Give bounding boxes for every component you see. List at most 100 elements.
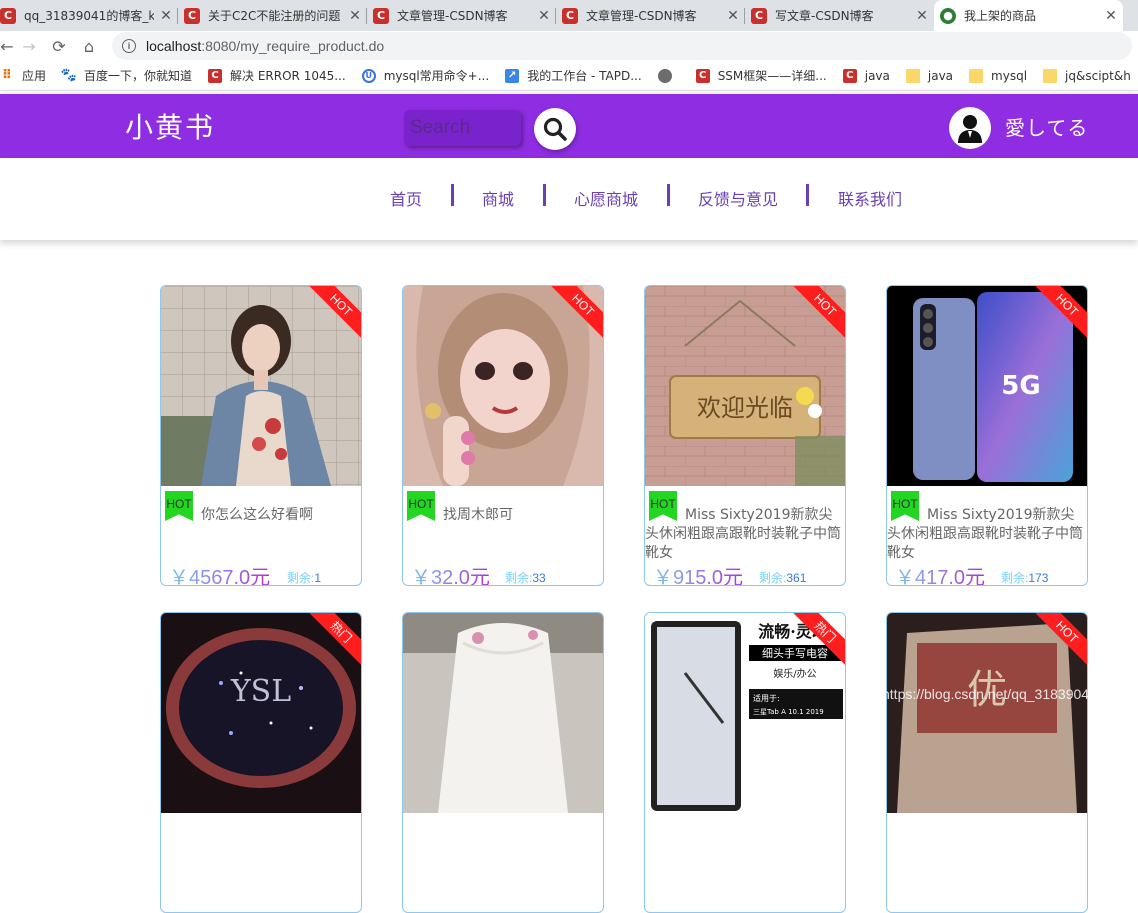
bookmark-label: java [927, 68, 954, 83]
nav-divider [667, 184, 670, 206]
avatar[interactable] [949, 107, 991, 149]
tablet-sub: 细头手写电容 [762, 646, 828, 660]
close-tab-icon[interactable]: ✕ [532, 8, 556, 24]
close-tab-icon[interactable]: ✕ [721, 8, 745, 24]
browser-tab[interactable]: C 关于C2C不能注册的问题 ✕ [178, 0, 367, 31]
tab-title: qq_31839041的博客_k [24, 9, 154, 23]
globe-icon [657, 68, 672, 83]
product-price: ￥915.0元 [653, 561, 743, 585]
bookmark-folder[interactable]: mysql [969, 68, 1027, 83]
bookmark-baidu[interactable]: 🐾 百度一下，你就知道 [61, 67, 192, 84]
nav-divider [806, 184, 809, 206]
nav-contact[interactable]: 联系我们 [838, 186, 902, 210]
stock-label: 剩余: [287, 571, 315, 585]
sign-text: 欢迎光临 [697, 394, 793, 422]
product-stock: 剩余:361 [759, 569, 806, 585]
csdn-icon: C [0, 7, 16, 24]
nav-wish-mall[interactable]: 心愿商城 [574, 186, 638, 210]
search-button[interactable] [534, 108, 576, 150]
browser-tab-strip: C qq_31839041的博客_k ✕ C 关于C2C不能注册的问题 ✕ C … [0, 0, 1138, 31]
csdn-icon: C [373, 7, 389, 24]
bookmark-label: 我的工作台 - TAPD... [527, 69, 642, 83]
product-price: ￥417.0元 [895, 561, 985, 585]
bookmarks-bar: ⠿ 应用 🐾 百度一下，你就知道 C 解决 ERROR 1045... Umysql常… [0, 61, 1138, 91]
nav-mall[interactable]: 商城 [482, 186, 514, 210]
folder-icon [1043, 68, 1058, 83]
nav-divider [543, 184, 546, 206]
stock-label: 剩余: [505, 571, 533, 585]
bookmark-item[interactable]: Umysql常用命令+... [361, 67, 489, 84]
product-price: ￥4567.0元 [169, 561, 270, 585]
bookmark-item[interactable] [657, 68, 680, 83]
product-name[interactable]: 你怎么这么好看啊 [161, 506, 361, 525]
product-card[interactable]: 欢迎光临 HOT HOT Miss Sixty2019新款尖头休闲粗跟高跟靴时装… [644, 285, 846, 586]
product-image: 5G [887, 286, 1087, 486]
product-price: ￥32.0元 [411, 561, 490, 585]
bookmark-label: jq&scipt&h [1065, 68, 1131, 83]
product-image: 优 [887, 613, 1087, 813]
bookmark-folder[interactable]: java [905, 68, 954, 83]
browser-tab-active[interactable]: ● 我上架的商品 ✕ [934, 0, 1123, 31]
search-input[interactable] [410, 117, 515, 139]
bookmark-item[interactable]: Cjava [842, 68, 890, 83]
bookmark-item[interactable]: C 解决 ERROR 1045... [208, 67, 346, 84]
bookmark-label: SSM框架——详细... [717, 69, 827, 83]
product-card[interactable] [402, 612, 604, 913]
user-icon [958, 115, 982, 143]
product-card[interactable]: HOT HOT 找周木郎可 ￥32.0元 剩余:33 [402, 285, 604, 586]
bookmark-item[interactable]: ↗ 我的工作台 - TAPD... [505, 67, 642, 84]
mysql-icon: U [361, 68, 376, 83]
product-stock: 剩余:33 [505, 569, 546, 585]
product-card[interactable]: 5G HOT HOT Miss Sixty2019新款尖头休闲粗跟高跟靴时装靴子… [886, 285, 1088, 586]
product-stock: 剩余:173 [1001, 569, 1049, 585]
site-icon: ● [940, 7, 956, 24]
product-name[interactable]: 找周木郎可 [403, 506, 603, 525]
search-box [404, 110, 521, 146]
url-host: localhost [146, 38, 202, 54]
bookmark-folder[interactable]: jq&scipt&h [1043, 68, 1131, 83]
username[interactable]: 愛してる [1005, 112, 1088, 141]
forward-icon[interactable]: → [14, 37, 44, 56]
bookmark-item[interactable]: C SSM框架——详细... [695, 67, 827, 84]
watermark: https://blog.csdn.net/qq_31839041 [882, 686, 1097, 702]
tapd-icon: ↗ [505, 68, 520, 83]
product-card[interactable]: 流畅·灵动 细头手写电容 娱乐/办公 适用于: 三星Tab A 10.1 201… [644, 612, 846, 913]
browser-tab[interactable]: C 写文章-CSDN博客 ✕ [745, 0, 934, 31]
product-card[interactable]: 优 HOT [886, 612, 1088, 913]
home-icon[interactable]: ⌂ [74, 37, 104, 56]
reload-icon[interactable]: ⟳ [44, 37, 74, 56]
folder-icon [969, 68, 984, 83]
bookmark-apps[interactable]: ⠿ 应用 [0, 67, 46, 84]
stock-label: 剩余: [1001, 571, 1029, 585]
info-icon[interactable]: i [122, 39, 136, 53]
bookmark-label: 应用 [22, 69, 47, 83]
tab-title: 写文章-CSDN博客 [775, 9, 874, 23]
product-name[interactable]: Miss Sixty2019新款尖头休闲粗跟高跟靴时装靴子中筒靴女 [887, 506, 1087, 563]
product-card[interactable]: HOT HOT 你怎么这么好看啊 ￥4567.0元 剩余:1 [160, 285, 362, 586]
close-tab-icon[interactable]: ✕ [154, 8, 178, 24]
browser-tab[interactable]: C qq_31839041的博客_k ✕ [0, 0, 178, 31]
csdn-icon: C [842, 68, 857, 83]
site-logo[interactable]: 小黄书 [125, 106, 215, 146]
back-icon[interactable]: ← [0, 37, 14, 56]
product-image [161, 286, 361, 486]
tab-title: 我上架的商品 [964, 9, 1037, 23]
close-tab-icon[interactable]: ✕ [343, 8, 367, 24]
nav-feedback[interactable]: 反馈与意见 [698, 186, 778, 210]
tab-title: 文章管理-CSDN博客 [586, 9, 697, 23]
close-tab-icon[interactable]: ✕ [910, 8, 934, 24]
browser-tab[interactable]: C 文章管理-CSDN博客 ✕ [367, 0, 556, 31]
tab-title: 文章管理-CSDN博客 [397, 9, 508, 23]
url-path: :8080/my_require_product.do [201, 38, 385, 54]
nav-home[interactable]: 首页 [390, 186, 422, 210]
product-image: YSL [161, 613, 361, 813]
close-tab-icon[interactable]: ✕ [1099, 8, 1123, 24]
product-stock: 剩余:1 [287, 569, 321, 585]
product-image: 欢迎光临 [645, 286, 845, 486]
product-card[interactable]: YSL 热门 [160, 612, 362, 913]
stock-value: 173 [1028, 571, 1049, 585]
stock-label: 剩余: [759, 571, 787, 585]
address-bar[interactable]: i localhost:8080/my_require_product.do [112, 32, 1132, 60]
browser-tab[interactable]: C 文章管理-CSDN博客 ✕ [556, 0, 745, 31]
product-name[interactable]: Miss Sixty2019新款尖头休闲粗跟高跟靴时装靴子中筒靴女 [645, 506, 845, 563]
